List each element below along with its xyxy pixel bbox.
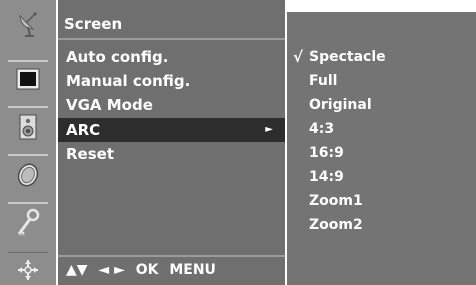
icon-divider xyxy=(8,202,48,204)
ok-hint: OK xyxy=(135,262,159,278)
selected-check-icon: √ xyxy=(293,48,304,66)
up-down-arrows-icon: ▲▼ xyxy=(66,262,88,278)
arc-option-zoom1[interactable]: Zoom1 xyxy=(309,189,363,213)
icon-divider xyxy=(8,154,48,156)
icon-divider xyxy=(8,252,48,253)
speaker-icon[interactable] xyxy=(8,112,48,142)
satellite-dish-icon[interactable] xyxy=(8,8,48,40)
screen-icon[interactable] xyxy=(8,64,48,94)
footer-divider xyxy=(58,255,285,257)
menu-item-reset[interactable]: Reset xyxy=(66,142,114,166)
arc-option-spectacle[interactable]: Spectacle xyxy=(309,45,386,69)
arc-option-full[interactable]: Full xyxy=(309,69,337,93)
menu-item-vga-mode[interactable]: VGA Mode xyxy=(66,93,153,117)
key-icon[interactable] xyxy=(8,206,48,240)
joystick-icon[interactable] xyxy=(8,256,48,284)
navigation-hint: ▲▼ ◄ ► OK MENU xyxy=(66,262,222,278)
arc-option-16-9[interactable]: 16:9 xyxy=(309,141,344,165)
category-icon-strip xyxy=(0,0,56,285)
menu-item-label: ARC xyxy=(66,121,101,139)
menu-item-manual-config[interactable]: Manual config. xyxy=(66,69,190,93)
arc-option-original[interactable]: Original xyxy=(309,93,372,117)
menu-item-arc[interactable]: ARC ► xyxy=(58,118,285,142)
title-divider xyxy=(58,38,285,40)
menu-item-auto-config[interactable]: Auto config. xyxy=(66,45,168,69)
icon-divider xyxy=(8,60,48,62)
arc-option-4-3[interactable]: 4:3 xyxy=(309,117,334,141)
icon-divider xyxy=(8,106,48,108)
menu-hint: MENU xyxy=(169,262,216,278)
arc-option-14-9[interactable]: 14:9 xyxy=(309,165,344,189)
menu-title: Screen xyxy=(64,15,123,33)
left-right-arrows-icon: ◄ ► xyxy=(98,262,125,278)
clock-icon[interactable] xyxy=(8,160,48,190)
arc-option-zoom2[interactable]: Zoom2 xyxy=(309,213,363,237)
submenu-arrow-icon: ► xyxy=(265,124,273,135)
